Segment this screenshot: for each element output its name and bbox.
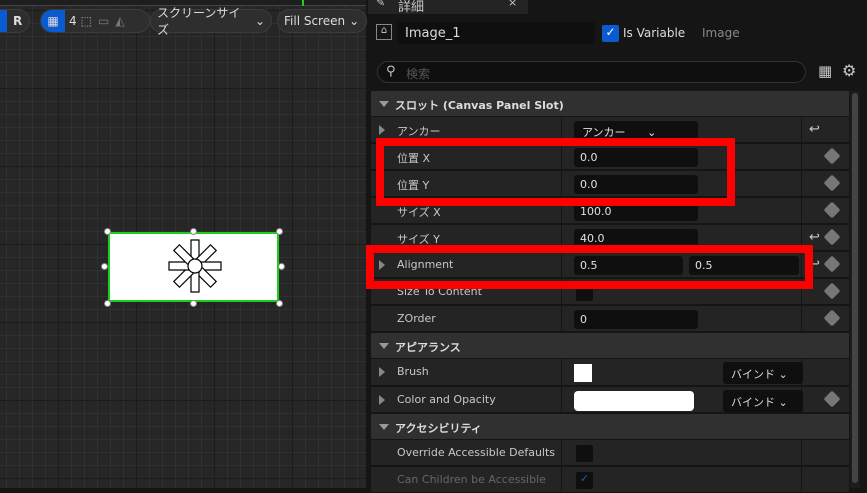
- row-zorder: ZOrder 0: [371, 306, 849, 332]
- resize-handle[interactable]: [101, 263, 108, 270]
- fill-screen-label: Fill Screen: [284, 14, 346, 28]
- is-variable-label: Is Variable: [623, 26, 686, 40]
- color-bind-dropdown[interactable]: バインド ⌄: [723, 390, 803, 412]
- gear-icon[interactable]: ⚙: [842, 61, 856, 80]
- bind-icon[interactable]: [823, 282, 841, 300]
- bind-label: バインド: [731, 368, 775, 381]
- mode-label: R: [13, 14, 23, 28]
- bind-icon[interactable]: [823, 309, 841, 327]
- resize-handle[interactable]: [276, 228, 283, 235]
- screen-size-dropdown[interactable]: スクリーンサイズ ⌄: [150, 6, 272, 37]
- scrollbar[interactable]: [850, 91, 860, 488]
- section-appearance[interactable]: アピアランス: [371, 333, 849, 358]
- screen-size-label: スクリーンサイズ: [157, 6, 241, 37]
- children-accessible-label: Can Children be Accessible: [397, 473, 546, 486]
- expand-icon[interactable]: [379, 367, 390, 377]
- chevron-down-icon: ⌄: [254, 14, 265, 28]
- default-image-icon: [168, 239, 222, 293]
- reset-icon[interactable]: ↩: [809, 230, 820, 245]
- scrollbar-thumb[interactable]: [852, 93, 858, 483]
- children-accessible-checkbox[interactable]: ✓: [576, 472, 593, 489]
- brush-preview[interactable]: [574, 364, 592, 382]
- widget-type-icon: ⌂: [376, 24, 392, 40]
- expand-icon[interactable]: [379, 395, 390, 405]
- brush-bind-dropdown[interactable]: バインド ⌄: [723, 362, 803, 384]
- bind-icon[interactable]: [823, 147, 841, 165]
- image-icon[interactable]: ▭: [98, 14, 109, 28]
- tab-title: 詳細: [398, 0, 425, 15]
- resize-handle[interactable]: [278, 263, 285, 270]
- resize-handle[interactable]: [190, 228, 197, 235]
- zorder-input[interactable]: 0: [574, 310, 698, 329]
- section-accessibility[interactable]: アクセシビリティ: [371, 414, 849, 439]
- search-input[interactable]: ⚲ 検索: [377, 61, 806, 83]
- resize-handle[interactable]: [104, 300, 111, 307]
- resize-handle[interactable]: [276, 300, 283, 307]
- designer-viewport[interactable]: R ▦ 4 ⬚ ▭ ◭ スクリーンサイズ ⌄ Fill Screen ⌄: [0, 0, 367, 488]
- size-x-label: サイズ X: [397, 206, 441, 219]
- grid-toolbar: ▦ 4 ⬚ ▭ ◭: [40, 9, 150, 33]
- color-swatch[interactable]: [574, 391, 694, 411]
- highlight-alignment: [366, 245, 813, 289]
- bind-icon[interactable]: [823, 228, 841, 246]
- select-icon[interactable]: ⬚: [81, 14, 92, 28]
- zorder-label: ZOrder: [397, 312, 436, 325]
- expand-icon[interactable]: [379, 125, 390, 135]
- override-accessible-label: Override Accessible Defaults: [397, 446, 556, 459]
- reset-icon[interactable]: ↩: [809, 122, 820, 137]
- bind-icon[interactable]: [823, 174, 841, 192]
- color-opacity-label: Color and Opacity: [397, 393, 496, 406]
- row-children-accessible: Can Children be Accessible ✓: [371, 467, 849, 493]
- bind-icon[interactable]: [823, 255, 841, 273]
- chevron-down-icon: ⌄: [349, 14, 360, 28]
- anchor-label: アンカー: [397, 125, 441, 138]
- section-slot[interactable]: スロット (Canvas Panel Slot): [371, 91, 849, 116]
- details-panel: ✎ 詳細 × ⌂ Image_1 ✓ Is Variable Image ⚲ 検…: [368, 0, 867, 493]
- row-color-opacity: Color and Opacity バインド ⌄: [371, 387, 849, 413]
- highlight-position: [376, 138, 735, 206]
- image-widget[interactable]: [108, 232, 279, 302]
- details-tab[interactable]: ✎ 詳細 ×: [368, 0, 528, 15]
- row-override-accessible: Override Accessible Defaults: [371, 440, 849, 466]
- flip-icon[interactable]: ◭: [115, 14, 124, 28]
- search-icon: ⚲: [386, 64, 396, 79]
- close-icon[interactable]: ×: [508, 0, 517, 9]
- bind-icon[interactable]: [823, 390, 841, 408]
- widget-name-input[interactable]: Image_1: [397, 22, 595, 44]
- row-brush: Brush バインド ⌄: [371, 359, 849, 386]
- override-accessible-checkbox[interactable]: [576, 445, 593, 462]
- bind-icon[interactable]: [823, 201, 841, 219]
- mode-toggle[interactable]: R: [0, 9, 30, 33]
- resize-handle[interactable]: [190, 300, 197, 307]
- pencil-icon: ✎: [376, 0, 386, 9]
- grid-icon[interactable]: ▦: [41, 10, 65, 32]
- resize-handle[interactable]: [104, 228, 111, 235]
- brush-label: Brush: [397, 365, 429, 378]
- bind-label: バインド: [731, 396, 775, 409]
- grid-count[interactable]: 4: [69, 14, 77, 28]
- fill-screen-dropdown[interactable]: Fill Screen ⌄: [277, 9, 367, 33]
- widget-type-label: Image: [702, 26, 740, 40]
- is-variable-checkbox[interactable]: ✓: [602, 25, 619, 42]
- ruler-marker: [302, 0, 304, 6]
- table-view-icon[interactable]: ▦: [818, 62, 832, 80]
- search-placeholder: 検索: [406, 67, 431, 81]
